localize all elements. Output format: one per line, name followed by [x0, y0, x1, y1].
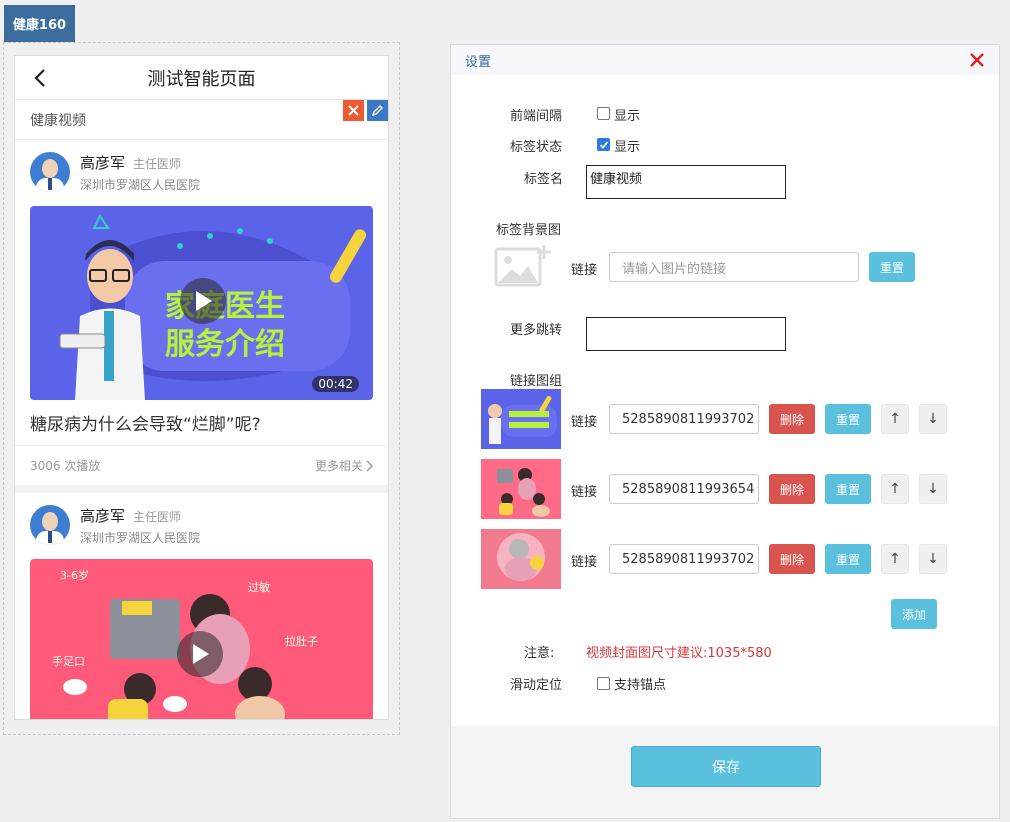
- move-down-button[interactable]: ↓: [919, 544, 947, 574]
- doctor-name: 高彦军: [80, 506, 126, 525]
- video-card[interactable]: 高彦军主任医师 深圳市罗湖区人民医院 家庭医生 服务介绍: [15, 140, 388, 485]
- page-title: 测试智能页面: [147, 68, 256, 90]
- video-label-hfmd: 手足口: [52, 654, 85, 668]
- tag-status-option: 显示: [614, 140, 641, 155]
- scroll-anchor-option: 支持锚点: [614, 678, 667, 693]
- delete-button[interactable]: 删除: [769, 474, 815, 504]
- video-caption-line2: 服务介绍: [165, 327, 285, 362]
- move-down-button[interactable]: ↓: [919, 404, 947, 434]
- video-card[interactable]: 高彦军 主任医师 深圳市罗湖区人民医院 3-6岁 过敏 拉肚子 手足口: [15, 493, 388, 719]
- checkmark-icon: [599, 140, 608, 149]
- bg-link-input[interactable]: 请输入图片的链接: [609, 252, 859, 282]
- link-group-input[interactable]: 5285890811993654: [609, 474, 759, 504]
- bg-reset-button[interactable]: 重置: [869, 252, 915, 282]
- scroll-position-label: 滑动定位: [510, 678, 563, 693]
- video-cover[interactable]: 家庭医生 服务介绍 00:42: [30, 206, 373, 400]
- doctor-info: 高彦军 主任医师 深圳市罗湖区人民医院: [15, 140, 388, 204]
- front-gap-label: 前端间隔: [510, 109, 563, 124]
- settings-title: 设置: [465, 54, 492, 70]
- play-icon[interactable]: [180, 278, 226, 324]
- section-header[interactable]: 健康视频: [15, 100, 388, 140]
- doctor-hospital: 深圳市罗湖区人民医院: [80, 530, 201, 545]
- link-group-link-label: 链接: [571, 415, 598, 430]
- link-group-link-label: 链接: [571, 555, 598, 570]
- video-title[interactable]: 糖尿病为什么会导致“烂脚”呢?: [15, 400, 388, 445]
- reset-button[interactable]: 重置: [825, 404, 871, 434]
- tag-bg-label: 标签背景图: [496, 223, 562, 238]
- front-gap-checkbox[interactable]: [597, 107, 610, 120]
- note-text: 视频封面图尺寸建议:1035*580: [586, 646, 772, 661]
- scroll-anchor-checkbox[interactable]: [597, 677, 610, 690]
- link-group-thumbnail: [481, 529, 561, 589]
- link-group-input[interactable]: 5285890811993702: [609, 404, 759, 434]
- move-up-button[interactable]: ↑: [881, 544, 909, 574]
- more-jump-label: 更多跳转: [510, 323, 563, 338]
- front-gap-option: 显示: [614, 109, 641, 124]
- tag-status-checkbox[interactable]: [597, 138, 610, 151]
- back-arrow-icon[interactable]: [31, 68, 51, 88]
- move-down-button[interactable]: ↓: [919, 474, 947, 504]
- edit-pencil-icon[interactable]: [367, 100, 388, 121]
- chevron-right-icon: [366, 460, 373, 471]
- play-icon[interactable]: [177, 631, 223, 677]
- link-group-label: 链接图组: [510, 374, 563, 389]
- link-group-thumbnail: [481, 459, 561, 519]
- play-count: 3006 次播放: [30, 459, 101, 473]
- video-label-diarrhea: 拉肚子: [285, 634, 318, 648]
- phone-preview: 测试智能页面 健康视频 高彦军 主任医师 深圳市罗湖区人民医院 服务介绍 00:…: [14, 55, 389, 720]
- doctor-avatar: [30, 505, 70, 545]
- settings-header: 设置: [451, 45, 999, 75]
- tag-name-label: 标签名: [524, 172, 564, 187]
- video-footer: 3006 次播放 更多相关: [15, 445, 388, 485]
- video-label-allergy: 过敏: [248, 580, 270, 594]
- doctor-title: 主任医师: [133, 156, 182, 171]
- phone-header: 测试智能页面: [15, 56, 388, 100]
- image-placeholder-icon[interactable]: [494, 243, 552, 289]
- video-label-age: 3-6岁: [60, 568, 89, 582]
- settings-panel: 设置 前端间隔 显示 标签状态 显示 标签名 健康视频 标签背景图 链接 请输入…: [450, 44, 1000, 819]
- doctor-info: 高彦军 主任医师 深圳市罗湖区人民医院: [15, 493, 388, 557]
- more-related-link[interactable]: 更多相关: [315, 457, 373, 474]
- doctor-hospital: 深圳市罗湖区人民医院: [80, 177, 201, 192]
- video-cover[interactable]: 3-6岁 过敏 拉肚子 手足口: [30, 559, 373, 719]
- link-group-thumbnail: [481, 389, 561, 449]
- delete-button[interactable]: 删除: [769, 404, 815, 434]
- reset-button[interactable]: 重置: [825, 474, 871, 504]
- edit-tools: [343, 100, 388, 121]
- move-up-button[interactable]: ↑: [881, 404, 909, 434]
- add-button[interactable]: 添加: [891, 599, 937, 629]
- bg-link-label: 链接: [571, 263, 598, 278]
- brand-tab[interactable]: 健康160: [4, 5, 75, 42]
- delete-button[interactable]: 删除: [769, 544, 815, 574]
- tag-name-input[interactable]: 健康视频: [586, 165, 786, 199]
- more-jump-input[interactable]: [586, 317, 786, 351]
- save-button[interactable]: 保存: [631, 746, 821, 787]
- doctor-name: 高彦军: [80, 153, 126, 172]
- section-title: 健康视频: [30, 112, 86, 129]
- move-up-button[interactable]: ↑: [881, 474, 909, 504]
- reset-button[interactable]: 重置: [825, 544, 871, 574]
- link-group-input[interactable]: 5285890811993702: [609, 544, 759, 574]
- card-divider: [15, 485, 388, 493]
- close-icon[interactable]: [969, 52, 985, 68]
- video-duration: 00:42: [312, 376, 359, 392]
- more-related-label: 更多相关: [314, 459, 363, 473]
- tag-status-label: 标签状态: [510, 140, 563, 155]
- link-group-link-label: 链接: [571, 485, 598, 500]
- remove-icon[interactable]: [343, 100, 364, 121]
- settings-footer: 保存: [451, 726, 999, 818]
- doctor-title: 主任医师: [133, 509, 182, 524]
- note-label: 注意:: [524, 646, 555, 661]
- doctor-avatar: [30, 152, 70, 192]
